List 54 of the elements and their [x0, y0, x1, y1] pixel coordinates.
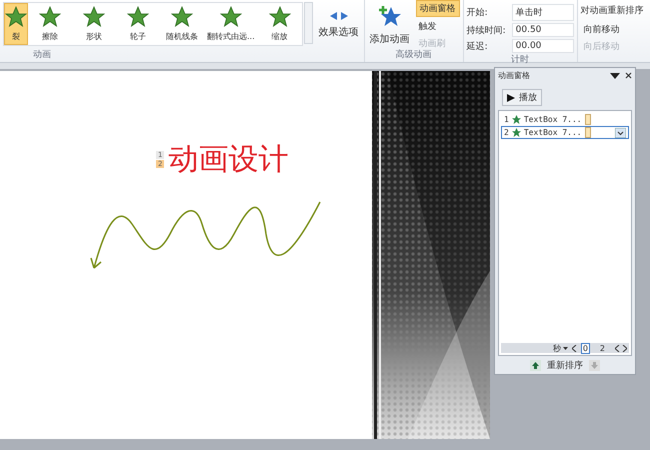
dropdown-icon: [615, 128, 626, 138]
move-earlier-button[interactable]: 向前移动: [580, 22, 644, 37]
timeline-start: 0: [580, 342, 590, 354]
timing-bar: [584, 127, 591, 138]
star-icon: [5, 6, 27, 28]
group-label: 高级动画: [394, 48, 433, 60]
move-down-icon: [589, 360, 600, 370]
group-label: 动画: [32, 48, 52, 60]
caret-icon: [562, 346, 568, 350]
trigger-button[interactable]: 触发: [416, 18, 460, 34]
star-icon: [378, 4, 402, 28]
star-icon: [171, 6, 193, 28]
delay-spinner[interactable]: 00.00: [512, 39, 574, 53]
field-label: 开始:: [466, 7, 489, 19]
effect-button[interactable]: 擦除: [28, 3, 72, 45]
close-icon: [625, 72, 632, 79]
field-label: 延迟:: [466, 40, 489, 52]
duration-spinner[interactable]: 00.50: [512, 23, 574, 37]
add-animation-button[interactable]: 添加动画: [368, 2, 412, 48]
start-dropdown[interactable]: 单击时: [512, 4, 574, 21]
move-up-icon: [530, 360, 541, 370]
timing-bar: [584, 114, 591, 125]
effect-button[interactable]: 缩放: [258, 3, 302, 45]
effect-button[interactable]: 裂: [4, 3, 28, 45]
star-icon: [512, 115, 521, 124]
star-icon: [39, 6, 61, 28]
animation-item[interactable]: 2 TextBox 7...: [501, 126, 629, 139]
star-icon: [83, 6, 105, 28]
star-icon: [268, 6, 291, 28]
zoom-arrows-icon: [615, 344, 627, 352]
animation-pane-button[interactable]: 动画窗格: [416, 0, 460, 16]
effect-button[interactable]: 形状: [72, 3, 116, 45]
play-icon: [507, 94, 515, 102]
star-icon: [127, 6, 149, 28]
arrows-icon: [328, 11, 349, 21]
animation-item[interactable]: 1 TextBox 7...: [501, 113, 629, 126]
effect-button[interactable]: 轮子: [116, 3, 160, 45]
reorder-label: 重新排序: [547, 360, 583, 372]
dropdown-icon: [610, 72, 620, 78]
pane-title: 动画窗格: [498, 70, 531, 81]
gallery-scrollbar[interactable]: [304, 2, 313, 44]
slide-title[interactable]: 动画设计: [168, 139, 288, 180]
group-title: 对动画重新排序: [580, 4, 644, 17]
group-label: 计时: [510, 54, 530, 65]
timeline-mark: 2: [598, 344, 606, 352]
star-icon: [512, 128, 521, 137]
effect-button[interactable]: 随机线条: [160, 3, 204, 45]
effect-options-button[interactable]: 效果选项: [316, 2, 361, 48]
seconds-dropdown[interactable]: 秒: [552, 342, 568, 354]
effect-button[interactable]: 翻转式由远...: [204, 3, 258, 45]
star-icon: [220, 6, 242, 28]
motion-path-drawing[interactable]: [90, 202, 321, 269]
play-button[interactable]: 播放: [502, 89, 542, 106]
field-label: 持续时间:: [466, 24, 507, 36]
